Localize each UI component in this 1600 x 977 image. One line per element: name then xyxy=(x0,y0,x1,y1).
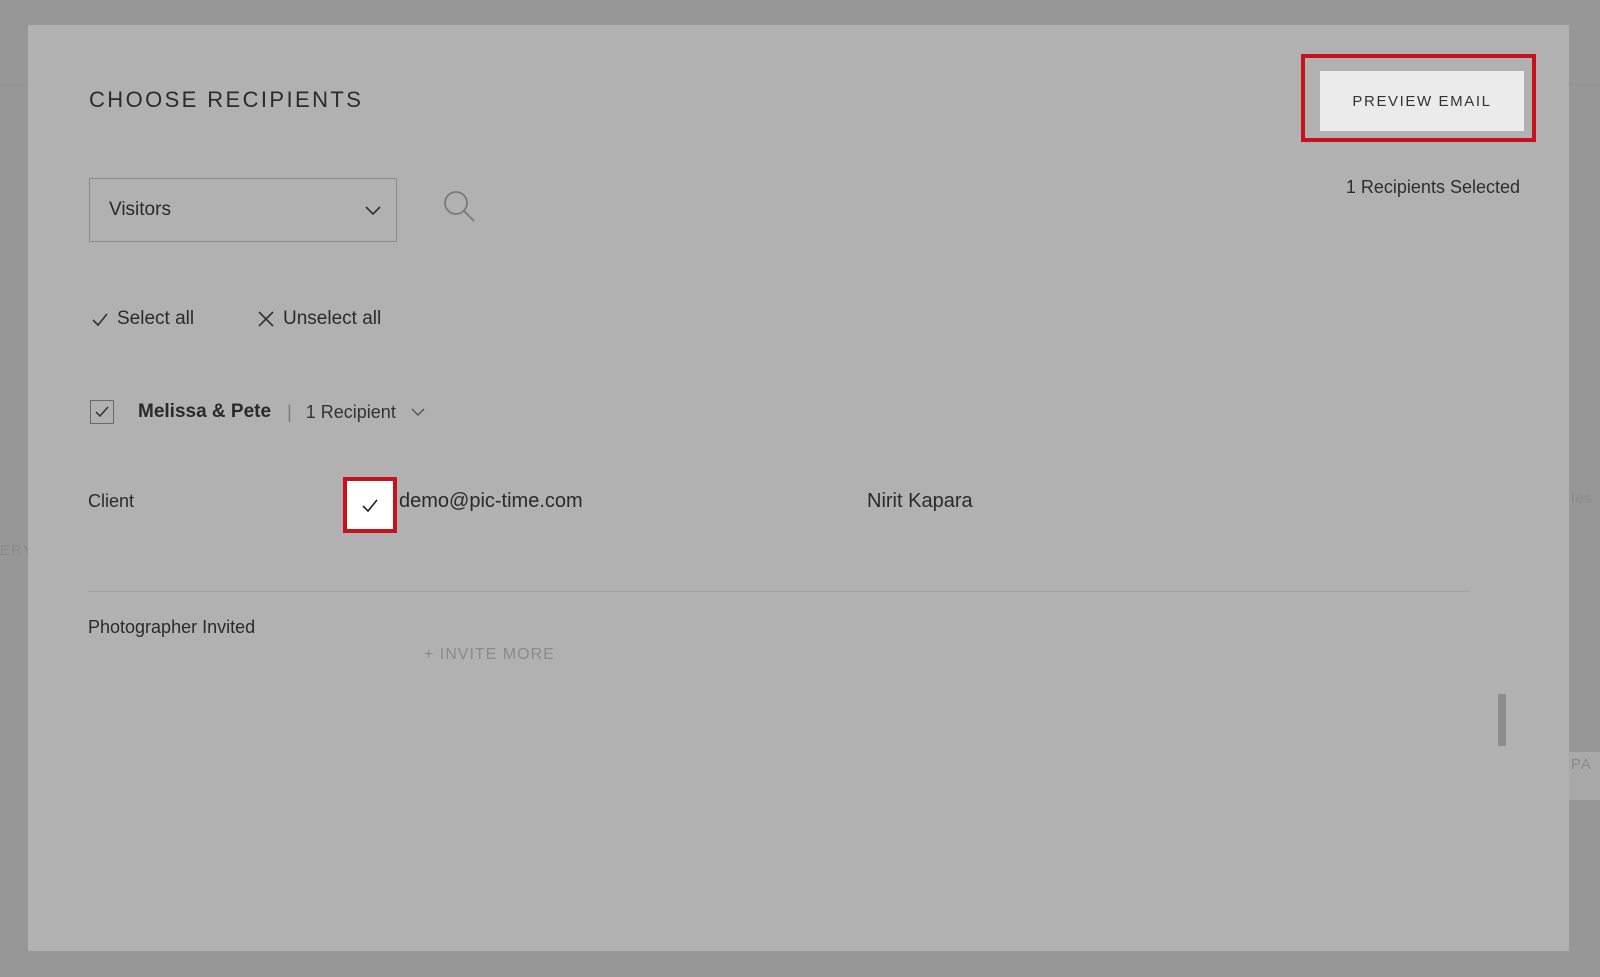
checkmark-icon xyxy=(95,406,109,418)
recipient-email: demo@pic-time.com xyxy=(399,490,583,512)
chevron-down-icon xyxy=(411,408,425,416)
group-checkbox[interactable] xyxy=(90,400,114,424)
recipient-checkbox[interactable] xyxy=(343,477,397,533)
unselect-all-button[interactable]: Unselect all xyxy=(257,308,381,330)
recipient-filter-value: Visitors xyxy=(109,199,171,220)
invited-section-label: Photographer Invited xyxy=(88,617,256,637)
modal-title: CHOOSE RECIPIENTS xyxy=(89,87,364,112)
recipient-group-row: Melissa & Pete | 1 Recipient xyxy=(90,397,426,427)
unselect-all-label: Unselect all xyxy=(283,308,382,329)
background-thumbnail-text: PA xyxy=(1571,756,1592,773)
background-thumbnail: PA xyxy=(1569,752,1600,800)
select-all-button[interactable]: Select all xyxy=(91,308,194,330)
group-recipient-count: 1 Recipient xyxy=(305,401,396,422)
choose-recipients-modal: CHOOSE RECIPIENTS PREVIEW EMAIL 1 Recipi… xyxy=(28,25,1569,951)
recipient-name: Nirit Kapara xyxy=(867,490,973,512)
background-text-right: les xyxy=(1571,490,1594,507)
selected-count-text: 1 Recipients Selected xyxy=(1345,177,1520,197)
chevron-down-icon xyxy=(365,206,381,216)
search-icon[interactable] xyxy=(442,189,476,223)
select-all-label: Select all xyxy=(117,308,195,329)
scrollbar-thumb[interactable] xyxy=(1498,694,1506,746)
checkmark-icon xyxy=(362,499,378,513)
group-separator: | xyxy=(287,401,292,422)
close-icon xyxy=(258,311,274,327)
group-recipient-toggle[interactable]: 1 Recipient xyxy=(306,402,426,423)
preview-email-button[interactable]: PREVIEW EMAIL xyxy=(1320,71,1524,131)
background-divider-left xyxy=(0,84,28,85)
checkmark-icon xyxy=(92,313,108,327)
group-name: Melissa & Pete xyxy=(138,401,272,422)
recipient-filter-dropdown[interactable]: Visitors xyxy=(89,178,397,242)
background-divider-right xyxy=(1569,84,1600,85)
recipient-role: Client xyxy=(88,491,135,511)
invite-more-button[interactable]: + INVITE MORE xyxy=(424,646,555,664)
section-divider xyxy=(88,591,1469,592)
